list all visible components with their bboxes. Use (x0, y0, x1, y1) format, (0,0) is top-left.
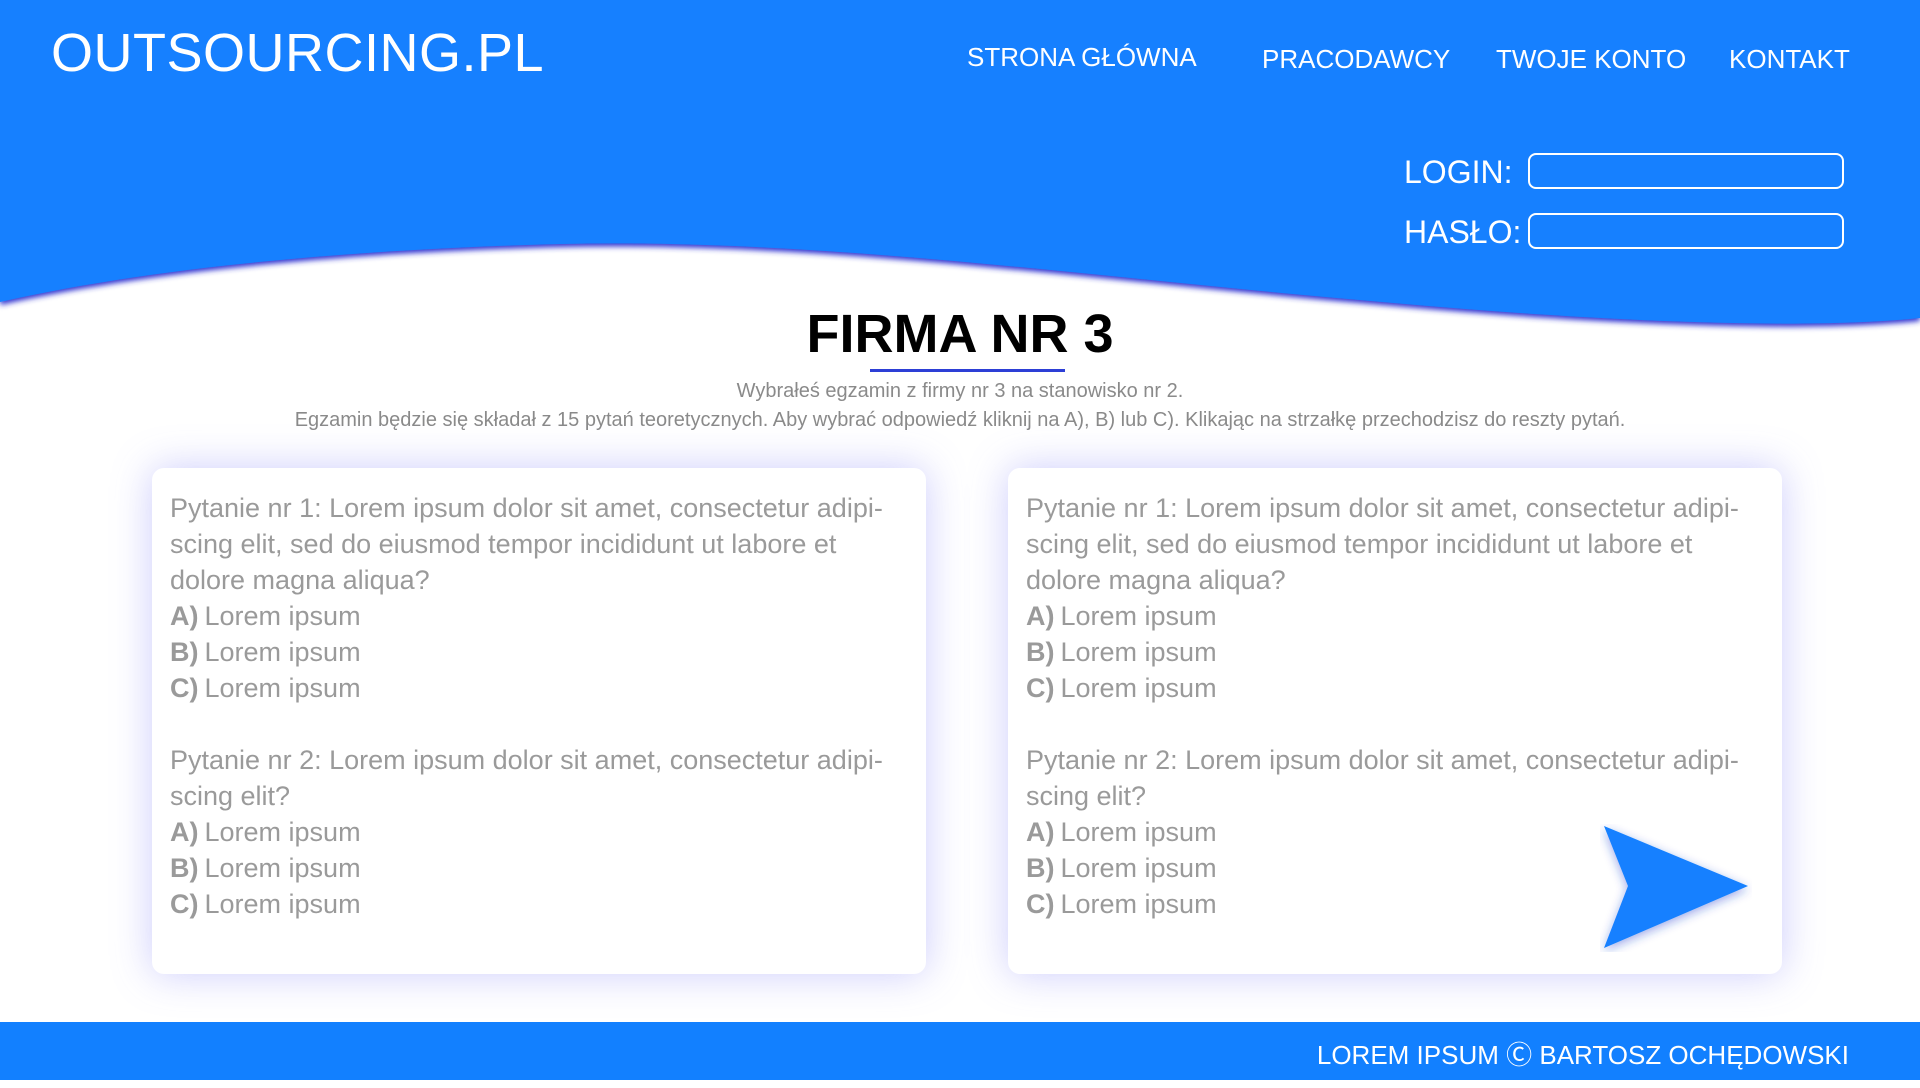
question-block: Pytanie nr 2: Lorem ipsum dolor sit amet… (170, 742, 908, 922)
answer-text: Lorem ipsum (1060, 889, 1217, 919)
page-title: FIRMA NR 3 (806, 304, 1114, 364)
exam-info-line-1: Wybrałeś egzamin z firmy nr 3 na stanowi… (736, 380, 1184, 402)
nav-item-contact[interactable]: KONTAKT (1729, 44, 1850, 75)
answer-letter: C) (170, 889, 199, 919)
answer-text: Lorem ipsum (204, 673, 361, 703)
question-text: Pytanie nr 1: Lorem ipsum dolor sit amet… (1026, 493, 1739, 595)
answer-letter: A) (1026, 817, 1055, 847)
answer-option-b[interactable]: B) Lorem ipsum (1026, 634, 1764, 670)
footer: LOREM IPSUM Ⓒ BARTOSZ OCHĘDOWSKI (0, 1022, 1920, 1080)
login-row: LOGIN: (1404, 151, 1850, 193)
answer-text: Lorem ipsum (204, 853, 361, 883)
answer-option-c[interactable]: C) Lorem ipsum (170, 670, 908, 706)
answer-option-a[interactable]: A) Lorem ipsum (1026, 598, 1764, 634)
question-text: Pytanie nr 2: Lorem ipsum dolor sit amet… (170, 745, 883, 811)
answer-letter: B) (170, 853, 199, 883)
main-nav: STRONA GŁÓWNA PRACODAWCY TWOJE KONTO KON… (0, 40, 1920, 80)
login-input[interactable] (1528, 153, 1844, 189)
answer-letter: A) (170, 817, 199, 847)
footer-copyright: LOREM IPSUM Ⓒ BARTOSZ OCHĘDOWSKI (1316, 1040, 1849, 1070)
question-block: Pytanie nr 1: Lorem ipsum dolor sit amet… (1026, 490, 1764, 706)
password-input[interactable] (1528, 213, 1844, 249)
question-text: Pytanie nr 2: Lorem ipsum dolor sit amet… (1026, 745, 1739, 811)
answer-option-b[interactable]: B) Lorem ipsum (170, 634, 908, 670)
arrow-right-icon[interactable] (1600, 824, 1752, 952)
answer-text: Lorem ipsum (1060, 817, 1217, 847)
answer-option-c[interactable]: C) Lorem ipsum (1026, 670, 1764, 706)
answer-letter: B) (1026, 637, 1055, 667)
answer-text: Lorem ipsum (204, 601, 361, 631)
title-underline (870, 369, 1065, 372)
answer-option-a[interactable]: A) Lorem ipsum (170, 598, 908, 634)
answer-option-b[interactable]: B) Lorem ipsum (170, 850, 908, 886)
answer-text: Lorem ipsum (204, 637, 361, 667)
answer-text: Lorem ipsum (204, 889, 361, 919)
question-card-left: Pytanie nr 1: Lorem ipsum dolor sit amet… (152, 468, 926, 974)
nav-item-home[interactable]: STRONA GŁÓWNA (967, 42, 1197, 73)
answer-text: Lorem ipsum (1060, 673, 1217, 703)
question-text: Pytanie nr 1: Lorem ipsum dolor sit amet… (170, 493, 883, 595)
password-row: HASŁO: (1404, 211, 1850, 253)
answer-letter: B) (1026, 853, 1055, 883)
answer-letter: C) (1026, 889, 1055, 919)
nav-item-employers[interactable]: PRACODAWCY (1262, 44, 1450, 75)
answer-text: Lorem ipsum (204, 817, 361, 847)
answer-option-a[interactable]: A) Lorem ipsum (170, 814, 908, 850)
answer-text: Lorem ipsum (1060, 601, 1217, 631)
nav-item-account[interactable]: TWOJE KONTO (1496, 44, 1686, 75)
answer-option-c[interactable]: C) Lorem ipsum (170, 886, 908, 922)
login-label: LOGIN: (1404, 154, 1513, 190)
answer-letter: C) (1026, 673, 1055, 703)
answer-text: Lorem ipsum (1060, 853, 1217, 883)
password-label: HASŁO: (1404, 214, 1522, 250)
exam-info-line-2: Egzamin będzie się składał z 15 pytań te… (294, 409, 1626, 431)
answer-letter: A) (1026, 601, 1055, 631)
question-block: Pytanie nr 1: Lorem ipsum dolor sit amet… (170, 490, 908, 706)
answer-letter: C) (170, 673, 199, 703)
answer-text: Lorem ipsum (1060, 637, 1217, 667)
answer-letter: B) (170, 637, 199, 667)
answer-letter: A) (170, 601, 199, 631)
